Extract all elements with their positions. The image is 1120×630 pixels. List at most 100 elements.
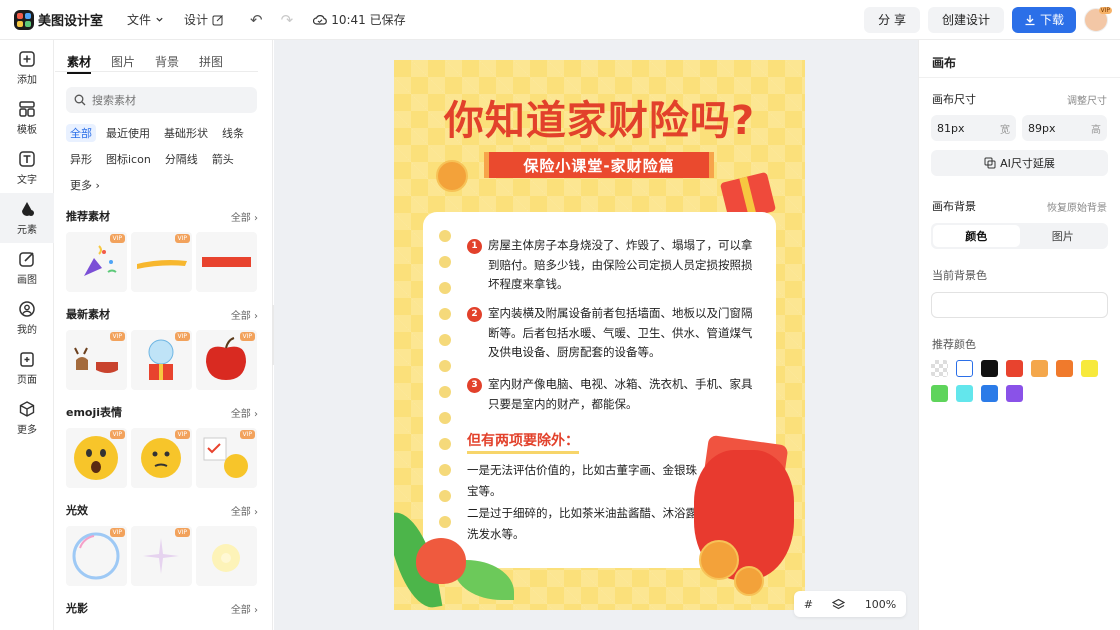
tab-collage[interactable]: 拼图 [199, 53, 223, 71]
vip-badge: VIP [239, 430, 255, 439]
share-button[interactable]: 分 享 [864, 6, 920, 33]
color-swatch[interactable] [1031, 360, 1048, 377]
chip-basic-shapes[interactable]: 基础形状 [160, 124, 212, 142]
nav-item-add[interactable]: 添加 [0, 43, 54, 93]
exclusion-heading[interactable]: 但有两项要除外： [467, 430, 579, 454]
material-thumb-sleigh[interactable]: VIP [66, 330, 127, 390]
coin-stack-decoration[interactable] [699, 540, 739, 580]
layers-icon[interactable] [832, 598, 846, 611]
nav-item-mine[interactable]: 我的 [0, 293, 54, 343]
item-text: 室内财产像电脑、电视、冰箱、洗衣机、手机、家具只要是室内的财产，都能保。 [488, 377, 753, 411]
material-thumb-apple[interactable]: VIP [196, 330, 257, 390]
see-all-link[interactable]: 全部 › [231, 503, 258, 518]
design-menu-label: 设计 [184, 13, 209, 27]
material-thumb-sparkle[interactable]: VIP [131, 526, 192, 586]
width-field[interactable]: 81px 宽 [931, 115, 1016, 141]
material-thumb-glow[interactable] [196, 526, 257, 586]
elements-icon [22, 202, 34, 216]
color-swatch[interactable] [1056, 360, 1073, 377]
material-search[interactable] [66, 87, 257, 113]
save-status-text: 10:41 已保存 [331, 13, 406, 27]
color-swatch[interactable] [1006, 360, 1023, 377]
color-swatch[interactable] [981, 385, 998, 402]
poster-item[interactable]: 2 室内装横及附属设备前者包括墙面、地板以及门窗隔断等。后者包括水暖、气暖、卫生… [467, 304, 757, 363]
design-poster[interactable]: 你知道家财险吗? 保险小课堂-家财险篇 1 房屋主体房子本身烧没了、炸毁了、塌塌… [394, 60, 805, 610]
color-swatch[interactable] [956, 385, 973, 402]
color-swatch[interactable] [1081, 360, 1098, 377]
coin-decoration[interactable] [436, 160, 468, 192]
nav-item-templates[interactable]: 模板 [0, 93, 54, 143]
template-icon [19, 101, 35, 117]
zoom-level[interactable]: 100% [865, 598, 896, 611]
item-number-badge: 1 [467, 239, 482, 254]
current-bg-color-field[interactable] [931, 292, 1108, 318]
segment-color[interactable]: 颜色 [933, 225, 1020, 247]
color-swatch[interactable] [1006, 385, 1023, 402]
vip-badge: VIP [174, 332, 190, 341]
material-thumb-snow-globe-gift[interactable]: VIP [131, 330, 192, 390]
search-icon [74, 94, 86, 106]
flower-decoration[interactable] [416, 538, 466, 584]
chip-lines[interactable]: 线条 [218, 124, 248, 142]
file-menu[interactable]: 文件 [127, 11, 164, 28]
height-field[interactable]: 89px 高 [1022, 115, 1107, 141]
chip-irregular[interactable]: 异形 [66, 150, 96, 168]
avatar[interactable]: VIP [1084, 6, 1112, 32]
search-input[interactable] [92, 93, 242, 107]
segment-image[interactable]: 图片 [1020, 225, 1107, 247]
swatch-transparent[interactable] [931, 360, 948, 377]
nav-item-draw[interactable]: 画图 [0, 243, 54, 293]
vip-badge: VIP [109, 332, 125, 341]
chip-recent[interactable]: 最近使用 [102, 124, 154, 142]
app-logo[interactable]: 美图设计室 [14, 9, 103, 30]
material-thumb-thinking-emoji[interactable]: VIP [131, 428, 192, 488]
avatar-vip-badge: VIP [1098, 6, 1112, 14]
poster-title[interactable]: 你知道家财险吗? [394, 88, 805, 146]
grid-icon[interactable]: # [804, 598, 813, 611]
material-thumb-red-bar[interactable] [196, 232, 257, 292]
see-all-link[interactable]: 全部 › [231, 405, 258, 420]
chip-icons[interactable]: 图标icon [102, 150, 155, 168]
chip-more[interactable]: 更多 › [66, 176, 104, 194]
poster-item[interactable]: 3 室内财产像电脑、电视、冰箱、洗衣机、手机、家具只要是室内的财产，都能保。 [467, 375, 757, 414]
material-thumb-party-popper[interactable]: VIP [66, 232, 127, 292]
nav-item-elements[interactable]: 元素 [0, 193, 54, 243]
tab-materials[interactable]: 素材 [67, 53, 92, 74]
ai-size-extend-button[interactable]: AI尺寸延展 [931, 150, 1108, 176]
material-thumb-checklist-emoji[interactable]: VIP [196, 428, 257, 488]
cloud-check-icon [313, 14, 328, 25]
coin-decoration[interactable] [734, 566, 764, 596]
chip-dividers[interactable]: 分隔线 [161, 150, 202, 168]
nav-item-more[interactable]: 更多 [0, 393, 54, 443]
vip-badge: VIP [109, 528, 125, 537]
adjust-size-link[interactable]: 调整尺寸 [1067, 92, 1107, 107]
color-swatch[interactable] [931, 385, 948, 402]
redo-icon[interactable]: ↷ [281, 11, 294, 29]
exclusion-line[interactable]: 二是过于细碎的，比如茶米油盐酱醋、沐浴露洗发水等。 [467, 503, 697, 545]
chip-more-label: 更多 [70, 179, 92, 192]
material-thumb-screaming-emoji[interactable]: VIP [66, 428, 127, 488]
nav-item-pages[interactable]: 页面 [0, 343, 54, 393]
see-all-link[interactable]: 全部 › [231, 209, 258, 224]
download-button[interactable]: 下载 [1011, 6, 1076, 33]
tab-images[interactable]: 图片 [111, 53, 135, 71]
chip-arrows[interactable]: 箭头 [208, 150, 238, 168]
create-design-button[interactable]: 创建设计 [927, 6, 1004, 33]
tab-backgrounds[interactable]: 背景 [155, 53, 179, 71]
see-all-link[interactable]: 全部 › [231, 307, 258, 322]
color-swatch[interactable] [981, 360, 998, 377]
nav-item-text[interactable]: 文字 [0, 143, 54, 193]
poster-item[interactable]: 1 房屋主体房子本身烧没了、炸毁了、塌塌了，可以拿到赔付。赔多少钱，由保险公司定… [467, 236, 757, 295]
undo-icon[interactable]: ↶ [250, 11, 263, 29]
material-thumb-brush-stroke[interactable]: VIP [131, 232, 192, 292]
restore-background-link[interactable]: 恢复原始背景 [1047, 199, 1107, 214]
red-bar-icon [202, 257, 251, 267]
swatch-white[interactable] [956, 360, 973, 377]
section-latest: 最新素材 全部 › VIP VIP VIP [55, 306, 272, 390]
material-thumb-bubble[interactable]: VIP [66, 526, 127, 586]
see-all-link[interactable]: 全部 › [231, 601, 258, 616]
exclusion-line[interactable]: 一是无法评估价值的，比如古董字画、金银珠宝等。 [467, 460, 697, 502]
poster-subtitle[interactable]: 保险小课堂-家财险篇 [484, 152, 714, 178]
chip-all[interactable]: 全部 [66, 124, 96, 142]
design-menu[interactable]: 设计 [184, 11, 224, 28]
